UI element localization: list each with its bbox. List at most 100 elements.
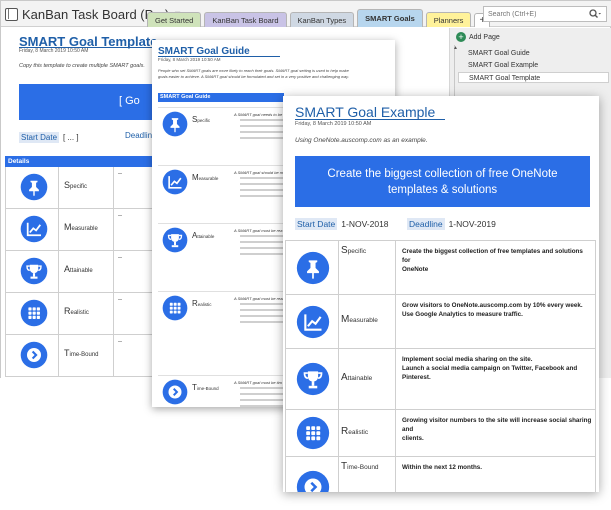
- search-input[interactable]: [488, 8, 584, 20]
- plus-circle-icon: +: [456, 32, 466, 42]
- banner-line: templates & solutions: [387, 184, 498, 196]
- criterion-rest: easurable: [198, 176, 219, 181]
- criterion-label: Measurable: [192, 173, 218, 182]
- page-item-smart-goal-template[interactable]: SMART Goal Template: [458, 72, 609, 83]
- criterion-rest: ealistic: [197, 302, 212, 307]
- guide-row: Realistic A SMART goal must be reali: [158, 291, 290, 323]
- example-title-rule: [295, 119, 445, 120]
- criterion-label: Specific: [192, 115, 210, 124]
- pin-icon: [162, 111, 188, 137]
- table-row: Time-Bound --: [5, 335, 155, 377]
- trophy-icon: [20, 257, 48, 285]
- notebook-icon: [5, 7, 18, 21]
- table-row: Realistic --: [5, 293, 155, 335]
- add-page-label: Add Page: [469, 33, 500, 41]
- table-row: Attainable Implement social media sharing…: [285, 349, 596, 410]
- criterion-question: A SMART goal needs to be: [234, 112, 283, 117]
- criterion-label: Realistic: [341, 426, 368, 437]
- start-date-label: Start Date: [295, 218, 338, 230]
- criterion-label: Measurable: [341, 314, 378, 325]
- search-icon[interactable]: [588, 8, 602, 21]
- page-list: SMART Goal Guide SMART Goal Example SMART …: [458, 48, 609, 84]
- grid-icon: [20, 299, 48, 327]
- tab-get-started[interactable]: Get Started: [147, 12, 202, 27]
- criterion-label: Specific: [341, 245, 366, 256]
- criterion-rest: easurable: [71, 226, 98, 232]
- criterion-value[interactable]: --: [118, 297, 122, 303]
- criterion-question: A SMART goal must be rea: [234, 228, 283, 233]
- page-note: Copy this template to create multiple SM…: [19, 63, 145, 69]
- criterion-rest: ime-Bound: [196, 386, 219, 391]
- table-row: Specific Create the biggest collection of…: [285, 241, 596, 295]
- criterion-rest: ttainable: [70, 268, 93, 274]
- criterion-initial: S: [341, 245, 348, 256]
- table-row: Measurable --: [5, 209, 155, 251]
- text-line: Create the biggest collection of free te…: [402, 248, 583, 264]
- table-row: Attainable --: [5, 251, 155, 293]
- text-line: Implement social media sharing on the si…: [402, 356, 533, 363]
- chevron-right-icon: [20, 341, 48, 369]
- trophy-icon: [296, 362, 330, 396]
- grid-icon: [296, 416, 330, 450]
- criterion-initial: M: [64, 222, 72, 232]
- criterion-rest: ealistic: [70, 310, 89, 316]
- example-goal-banner: Create the biggest collection of free On…: [295, 156, 590, 207]
- criterion-value[interactable]: --: [118, 339, 122, 345]
- example-title: SMART Goal Example: [295, 104, 436, 120]
- template-table: Specific -- Measurable -- Attainable -- Realis…: [5, 167, 155, 377]
- trophy-icon: [162, 227, 188, 253]
- start-date-value[interactable]: [ ... ]: [63, 133, 79, 142]
- criterion-value[interactable]: --: [118, 255, 122, 261]
- criterion-label: Attainable: [192, 231, 214, 240]
- chevron-right-icon: [296, 470, 330, 492]
- chevron-right-icon: [162, 379, 188, 405]
- criterion-rest: ealistic: [348, 428, 369, 436]
- criterion-rest: pecific: [347, 248, 367, 255]
- criterion-label: Realistic: [192, 299, 212, 308]
- text-line: Pinterest.: [402, 374, 431, 381]
- example-table: Specific Create the biggest collection of…: [285, 240, 596, 492]
- criterion-rest: ttainable: [197, 234, 215, 239]
- criterion-label: Measurable: [64, 222, 98, 232]
- text-line: Growing visitor numbers to the site will…: [402, 417, 592, 433]
- tab-kanban-types[interactable]: KanBan Types: [289, 12, 355, 27]
- criterion-question: A SMART goal must be reali: [234, 296, 285, 301]
- example-date: Friday, 8 March 2019 10:50 AM: [295, 121, 372, 127]
- criterion-text: Create the biggest collection of free te…: [402, 247, 592, 274]
- criterion-question: A SMART goal should be me: [234, 170, 286, 175]
- pin-icon: [296, 251, 330, 284]
- example-page-preview: SMART Goal Example Friday, 8 March 2019 …: [283, 96, 599, 492]
- criterion-value[interactable]: --: [118, 171, 122, 177]
- criterion-value[interactable]: --: [118, 213, 122, 219]
- text-line: Use Google Analytics to measure traffic.: [402, 311, 523, 318]
- criterion-text: Implement social media sharing on the si…: [402, 355, 592, 382]
- guide-table-header: SMART Goal Guide: [158, 93, 284, 102]
- text-line: clients.: [402, 435, 424, 442]
- goal-banner-text: [ Go: [119, 95, 140, 107]
- text-line: Within the next 12 months.: [402, 464, 483, 471]
- guide-row: Time-Bound A SMART goal must be tim: [158, 375, 290, 407]
- criterion-initial: M: [192, 173, 199, 182]
- criterion-label: Attainable: [64, 264, 93, 274]
- goal-banner: [19, 84, 169, 120]
- page-item-smart-goal-example[interactable]: SMART Goal Example: [458, 60, 609, 71]
- criterion-rest: easurable: [349, 317, 378, 324]
- start-date-value: 1-NOV-2018: [341, 219, 389, 229]
- criterion-rest: pecific: [197, 118, 211, 123]
- example-start-date: Start Date 1-NOV-2018: [295, 218, 389, 230]
- guide-intro-line: goals easier to achieve. A SMART goal sh…: [158, 74, 349, 79]
- start-date-field: Start Date [ ... ]: [19, 131, 79, 143]
- chart-icon: [20, 215, 48, 243]
- guide-intro-line: People who set SMART goals are more like…: [158, 68, 349, 73]
- search-box[interactable]: [483, 6, 607, 22]
- table-row: Time-Bound Within the next 12 months.: [285, 457, 596, 492]
- tab-smart-goals[interactable]: SMART Goals: [357, 9, 423, 27]
- tab-planners[interactable]: Planners: [425, 12, 472, 27]
- tab-kanban-task-board[interactable]: KanBan Task Board: [204, 12, 287, 27]
- criterion-label: Time-Bound: [64, 348, 99, 358]
- add-page-button[interactable]: + Add Page: [456, 31, 500, 43]
- page-item-smart-goal-guide[interactable]: SMART Goal Guide: [458, 48, 609, 59]
- criterion-rest: ttainable: [347, 374, 373, 382]
- criterion-label: Time-Bound: [192, 383, 219, 392]
- guide-date: Friday, 8 March 2019 10:50 AM: [158, 57, 221, 62]
